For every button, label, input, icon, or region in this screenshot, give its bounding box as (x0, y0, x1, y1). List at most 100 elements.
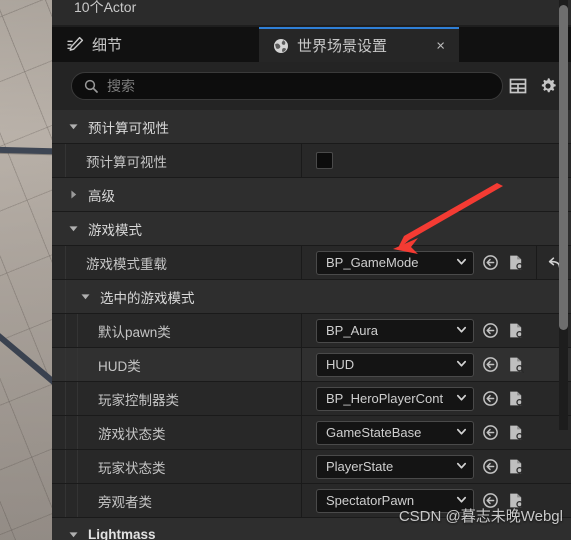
asset-picker-icon[interactable] (506, 423, 526, 443)
property-name-cell: 选中的游戏模式 (52, 280, 301, 313)
property-value-cell (301, 212, 571, 245)
property-value-cell (301, 178, 571, 211)
globe-icon (273, 38, 289, 54)
chevron-down-icon[interactable] (456, 357, 467, 372)
property-label: 游戏模式 (88, 222, 142, 238)
property-name-cell: 玩家控制器类 (52, 382, 301, 415)
chevron-down-icon[interactable] (456, 391, 467, 406)
property-label: 预计算可视性 (88, 120, 169, 136)
dropdown-value: BP_GameMode (326, 255, 419, 270)
property-row[interactable]: HUD类 HUD (52, 348, 571, 382)
chevron-down-icon[interactable] (456, 425, 467, 440)
scrollbar-thumb[interactable] (559, 5, 568, 330)
chevron-down-icon[interactable] (64, 121, 82, 132)
actor-count-bar: 10个Actor (52, 0, 571, 25)
property-label: 旁观者类 (98, 494, 152, 510)
property-label: 默认pawn类 (98, 324, 171, 340)
category-row[interactable]: 高级 (52, 178, 571, 212)
browse-icon[interactable] (480, 457, 500, 477)
asset-picker-icon[interactable] (506, 253, 526, 273)
pencil-icon (66, 36, 84, 54)
asset-picker-icon[interactable] (506, 355, 526, 375)
property-label: HUD类 (98, 358, 141, 374)
asset-picker-icon[interactable] (506, 457, 526, 477)
property-name-cell: 预计算可视性 (52, 144, 301, 177)
category-row[interactable]: 选中的游戏模式 (52, 280, 571, 314)
property-name-cell: 旁观者类 (52, 484, 301, 517)
asset-picker-icon[interactable] (506, 389, 526, 409)
close-icon[interactable]: × (436, 38, 445, 53)
property-label: 高级 (88, 188, 115, 204)
search-input[interactable]: 搜索 (71, 72, 503, 100)
property-name-cell: 玩家状态类 (52, 450, 301, 483)
property-value-cell: BP_Aura (301, 314, 571, 347)
search-icon (84, 79, 98, 93)
chevron-down-icon[interactable] (456, 255, 467, 270)
chevron-down-icon[interactable] (456, 459, 467, 474)
dropdown-value: GameStateBase (326, 425, 422, 440)
browse-icon[interactable] (480, 389, 500, 409)
dropdown-value: BP_HeroPlayerCont (326, 391, 444, 406)
property-row[interactable]: 玩家控制器类 BP_HeroPlayerCont (52, 382, 571, 416)
chevron-down-icon[interactable] (456, 323, 467, 338)
dropdown[interactable]: BP_Aura (316, 318, 474, 343)
dropdown[interactable]: BP_GameMode (316, 250, 474, 275)
actor-count-label: 10个Actor (74, 0, 137, 15)
browse-icon[interactable] (480, 355, 500, 375)
property-label: 预计算可视性 (86, 154, 167, 170)
property-value-cell (301, 280, 571, 313)
chevron-down-icon[interactable] (64, 223, 82, 234)
property-value-cell: GameStateBase (301, 416, 571, 449)
column-layout-icon[interactable] (503, 71, 533, 101)
property-row[interactable]: 默认pawn类 BP_Aura (52, 314, 571, 348)
property-value-cell: BP_GameMode (301, 246, 571, 279)
property-name-cell: 游戏状态类 (52, 416, 301, 449)
property-name-cell: 游戏模式 (52, 212, 301, 245)
property-list[interactable]: 预计算可视性 预计算可视性 高级游戏模式游戏模式重载 BP_GameMode 选中的游戏… (52, 110, 571, 540)
category-row[interactable]: 预计算可视性 (52, 110, 571, 144)
world-settings-panel: 10个Actor 细节 世界场景设置 × 搜索 预计算可视性 预计算可视性 高级… (52, 0, 571, 540)
property-value-cell: PlayerState (301, 450, 571, 483)
browse-icon[interactable] (480, 423, 500, 443)
tab-world-settings[interactable]: 世界场景设置 × (259, 27, 459, 62)
tab-details-label: 细节 (92, 37, 123, 54)
vertical-scrollbar[interactable] (559, 0, 568, 430)
property-name-cell: Lightmass (52, 518, 301, 540)
category-row[interactable]: 游戏模式 (52, 212, 571, 246)
asset-picker-icon[interactable] (506, 321, 526, 341)
property-name-cell: 游戏模式重载 (52, 246, 301, 279)
unreal-editor-screenshot: 10个Actor 细节 世界场景设置 × 搜索 预计算可视性 预计算可视性 高级… (0, 0, 571, 540)
tab-world-settings-label: 世界场景设置 (297, 38, 388, 55)
dropdown[interactable]: HUD (316, 352, 474, 377)
dropdown-value: BP_Aura (326, 323, 379, 338)
property-name-cell: 预计算可视性 (52, 110, 301, 143)
level-viewport[interactable] (0, 0, 52, 540)
chevron-down-icon[interactable] (76, 291, 94, 302)
browse-icon[interactable] (480, 321, 500, 341)
dropdown[interactable]: GameStateBase (316, 420, 474, 445)
property-name-cell: HUD类 (52, 348, 301, 381)
watermark: CSDN @暮志未晚Webgl (399, 505, 563, 526)
property-row[interactable]: 预计算可视性 (52, 144, 571, 178)
chevron-right-icon[interactable] (64, 189, 82, 200)
watermark-text: CSDN @暮志未晚Webgl (398, 508, 563, 525)
property-value-cell (301, 110, 571, 143)
property-row[interactable]: 游戏状态类 GameStateBase (52, 416, 571, 450)
dropdown[interactable]: BP_HeroPlayerCont (316, 386, 474, 411)
property-name-cell: 高级 (52, 178, 301, 211)
property-label: 选中的游戏模式 (100, 290, 195, 306)
checkbox[interactable] (316, 152, 333, 169)
property-label: 游戏状态类 (98, 426, 166, 442)
search-placeholder: 搜索 (107, 78, 135, 94)
tab-details[interactable]: 细节 (52, 27, 136, 62)
property-name-cell: 默认pawn类 (52, 314, 301, 347)
browse-icon[interactable] (480, 253, 500, 273)
chevron-down-icon[interactable] (64, 529, 82, 540)
property-value-cell: HUD (301, 348, 571, 381)
panel-tab-bar: 细节 世界场景设置 × (52, 27, 571, 62)
property-row[interactable]: 游戏模式重载 BP_GameMode (52, 246, 571, 280)
dropdown-value: PlayerState (326, 459, 394, 474)
dropdown[interactable]: PlayerState (316, 454, 474, 479)
property-label: 玩家状态类 (98, 460, 166, 476)
property-row[interactable]: 玩家状态类 PlayerState (52, 450, 571, 484)
